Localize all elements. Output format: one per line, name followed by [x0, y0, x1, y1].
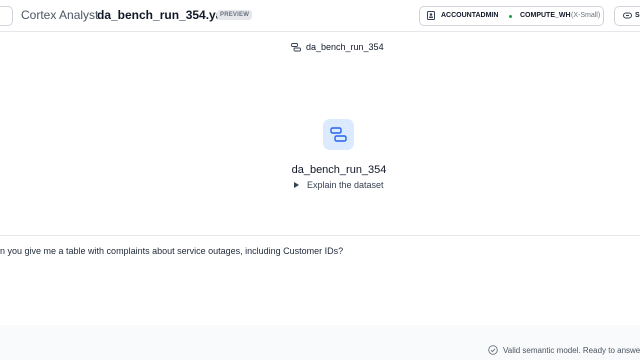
user-icon: [427, 11, 435, 20]
check-circle-icon: [488, 345, 498, 355]
prompt-input-area[interactable]: n you give me a table with complaints ab…: [0, 235, 640, 326]
file-name[interactable]: da_bench_run_354.yaml: [97, 8, 236, 22]
top-bar: Cortex Analyst da_bench_run_354.yaml PRE…: [0, 0, 640, 32]
warehouse-label: COMPUTE_WH: [520, 12, 571, 19]
app-name: Cortex Analyst: [21, 8, 99, 22]
share-label: S: [635, 12, 640, 19]
dataset-title: da_bench_run_354: [291, 164, 387, 176]
semantic-model-icon: [291, 43, 301, 52]
caret-right-icon: [294, 182, 299, 188]
model-chip-label: da_bench_run_354: [306, 42, 384, 52]
explain-dataset-label: Explain the dataset: [307, 180, 384, 190]
warehouse-size: (X-Small): [571, 12, 601, 19]
context-selector[interactable]: ACCOUNTADMIN COMPUTE_WH (X-Small): [419, 6, 604, 26]
share-icon: [623, 12, 632, 19]
semantic-model-icon: [330, 127, 347, 142]
role-label: ACCOUNTADMIN: [441, 12, 499, 19]
preview-badge: PREVIEW: [217, 10, 253, 20]
share-button[interactable]: S: [614, 6, 640, 26]
status-text: Valid semantic model. Ready to answe: [503, 346, 640, 355]
status-bar: Valid semantic model. Ready to answe: [0, 325, 640, 360]
semantic-model-icon-box: [323, 119, 354, 150]
prompt-text[interactable]: n you give me a table with complaints ab…: [0, 246, 343, 256]
back-button[interactable]: [0, 6, 13, 26]
warehouse-status-dot: [509, 15, 512, 18]
